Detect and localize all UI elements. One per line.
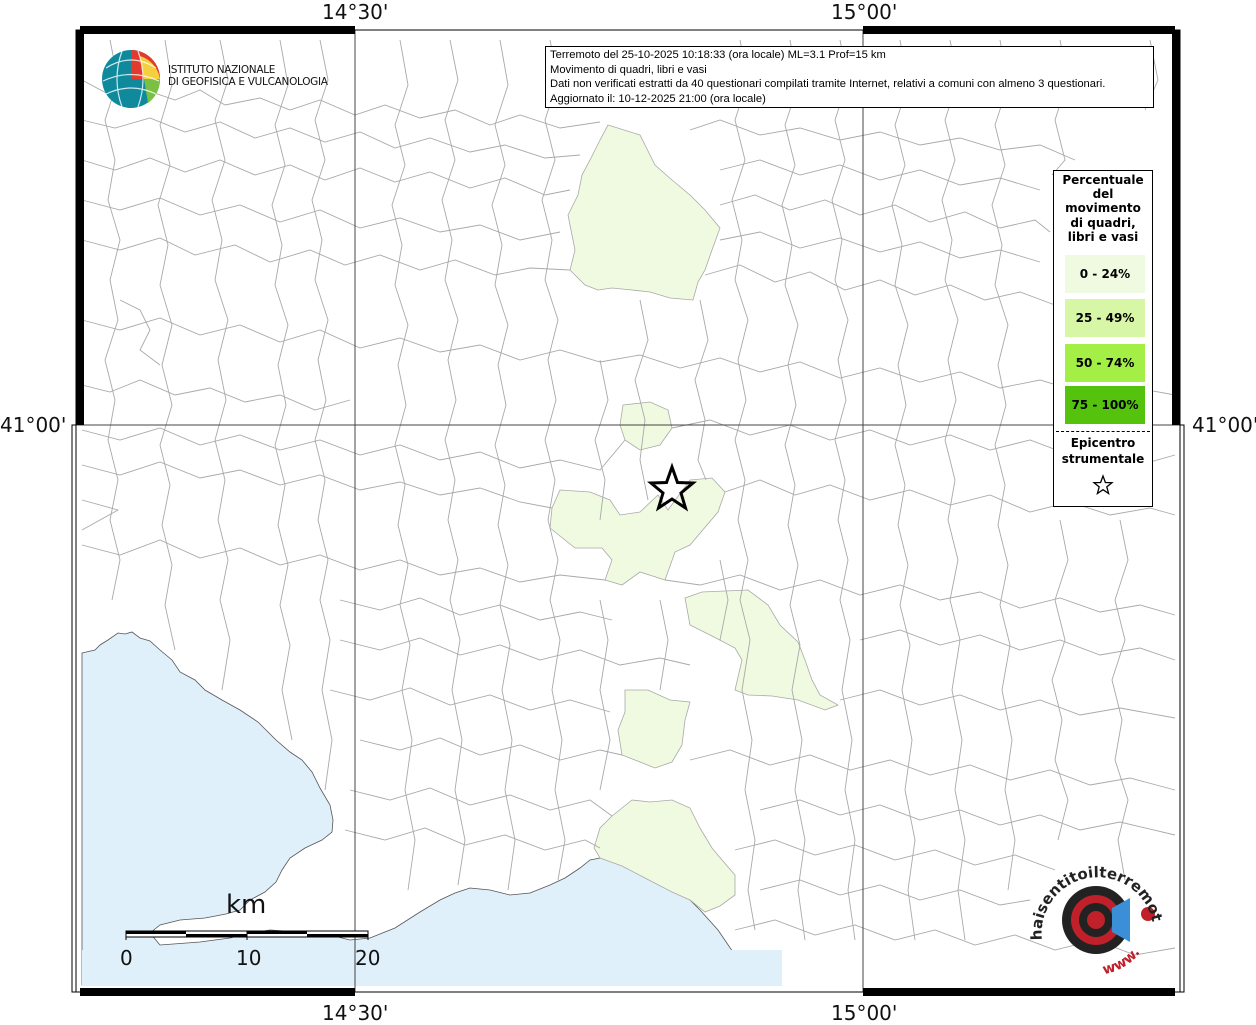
ingv-logo-icon [100,48,164,117]
scale-tick-20: 20 [355,946,381,970]
scale-tick-10: 10 [236,946,262,970]
map-subject: Movimento di quadri, libri e vasi [550,63,707,76]
epicenter-legend-label: Epicentro strumentale [1061,436,1145,466]
legend-class-0-24: 0 - 24% [1065,255,1145,293]
legend-class-50-74: 50 - 74% [1065,344,1145,382]
lon-label-bottom-left: 14°30' [322,1001,389,1025]
scale-tick-0: 0 [120,946,133,970]
legend-class-75-100: 75 - 100% [1065,386,1145,424]
legend: Percentuale del movimento di quadri, lib… [1053,170,1153,507]
lat-label-left: 41°00' [0,413,67,437]
update-timestamp: Aggiornato il: 10-12-2025 21:00 (ora loc… [550,92,766,105]
lon-label-bottom-right: 15°00' [831,1001,898,1025]
epicenter-legend-star-icon [1092,474,1114,496]
sea-strip [82,950,782,986]
lon-label-top-left: 14°30' [322,0,389,24]
institution-name: ISTITUTO NAZIONALE DI GEOFISICA E VULCAN… [168,64,328,88]
hai-sentito-logo: haisentitoilterremoto.it www. [1025,848,1170,987]
scale-unit: km [226,890,267,920]
event-title: Terremoto del 25-10-2025 10:18:33 (ora l… [550,49,886,61]
data-disclaimer: Dati non verificati estratti da 40 quest… [550,78,1106,91]
legend-separator [1056,431,1150,432]
filled-communes [549,124,839,913]
legend-class-25-49: 25 - 49% [1065,299,1145,337]
lon-label-top-right: 15°00' [831,0,898,24]
event-info-box: Terremoto del 25-10-2025 10:18:33 (ora l… [545,46,1154,108]
legend-title: Percentuale del movimento di quadri, lib… [1062,173,1144,244]
lat-label-right: 41°00' [1192,413,1256,437]
